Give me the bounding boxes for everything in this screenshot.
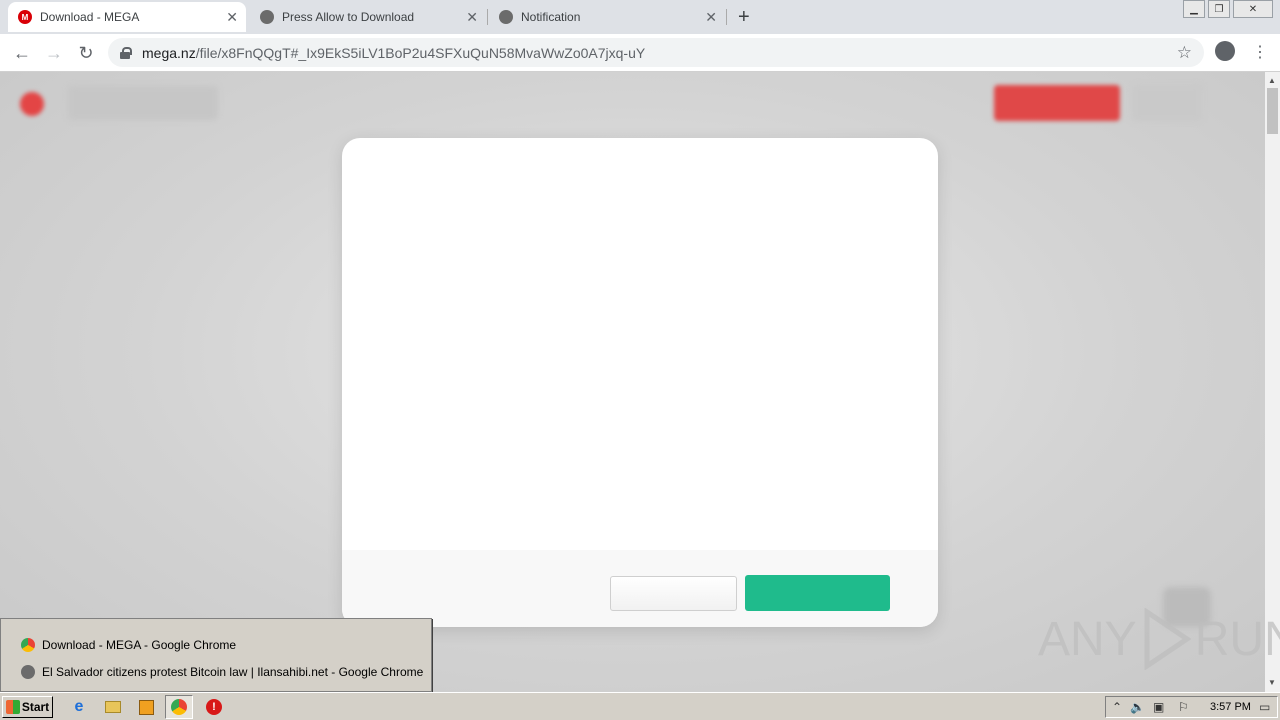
- back-icon[interactable]: ←: [10, 41, 34, 65]
- tab-label: Notification: [521, 10, 581, 24]
- blurred-header-button: [1132, 85, 1202, 121]
- mega-logo-icon: [20, 92, 44, 116]
- close-window-icon[interactable]: ✕: [1233, 0, 1273, 18]
- watermark-text-right: RUN: [1194, 612, 1280, 666]
- bookmark-star-icon[interactable]: ☆: [1177, 43, 1192, 63]
- tab-label: Download - MEGA: [40, 10, 140, 24]
- minimize-icon[interactable]: ▁: [1183, 0, 1205, 18]
- close-tab-icon[interactable]: ✕: [466, 9, 478, 26]
- modal-primary-button[interactable]: [745, 575, 890, 611]
- scroll-down-icon[interactable]: ▼: [1268, 678, 1276, 687]
- globe-icon: [499, 10, 513, 24]
- window-list-item[interactable]: Download - MEGA - Google Chrome: [21, 638, 236, 652]
- close-tab-icon[interactable]: ✕: [226, 9, 238, 26]
- blurred-header-element: [68, 86, 218, 120]
- scrollbar-thumb[interactable]: [1267, 88, 1278, 134]
- window-list-item[interactable]: El Salvador citizens protest Bitcoin law…: [21, 665, 423, 679]
- action-center-flag-icon[interactable]: ⚐: [1178, 700, 1189, 714]
- restore-icon[interactable]: ❐: [1208, 0, 1230, 18]
- tab-notification[interactable]: Notification ✕: [489, 2, 725, 32]
- forward-icon[interactable]: →: [42, 41, 66, 65]
- media-player-icon[interactable]: [137, 698, 155, 716]
- tab-strip: M Download - MEGA ✕ Press Allow to Downl…: [0, 0, 1280, 34]
- globe-icon: [260, 10, 274, 24]
- modal-dialog: [342, 138, 938, 627]
- url-host: mega.nz: [142, 44, 196, 61]
- start-label: Start: [21, 700, 50, 714]
- chrome-icon: [21, 638, 35, 652]
- browser-toolbar: ← → ↻ mega.nz/file/x8FnQQgT#_Ix9EkS5iLV1…: [0, 34, 1280, 72]
- anyrun-watermark: ANY RUN: [1038, 608, 1280, 670]
- network-icon[interactable]: ▣: [1153, 700, 1164, 714]
- tab-download-mega[interactable]: M Download - MEGA ✕: [8, 2, 246, 32]
- play-logo-icon: [1144, 608, 1191, 670]
- scroll-up-icon[interactable]: ▲: [1268, 76, 1276, 85]
- window-list-label: Download - MEGA - Google Chrome: [42, 638, 237, 652]
- folder-icon[interactable]: [104, 698, 122, 716]
- mega-logo-icon: M: [18, 10, 32, 24]
- chrome-taskbar-button[interactable]: [165, 695, 193, 719]
- profile-avatar-icon[interactable]: [1215, 41, 1235, 61]
- new-tab-icon[interactable]: +: [738, 6, 750, 29]
- stop-icon[interactable]: !: [205, 698, 223, 716]
- start-button[interactable]: Start: [2, 696, 53, 718]
- window-list-label: El Salvador citizens protest Bitcoin law…: [42, 665, 424, 679]
- volume-icon[interactable]: 🔈: [1130, 700, 1145, 714]
- windows-taskbar: Start e ! ⌃ 🔈 ▣ ⚐ 3:57 PM ▭: [0, 692, 1280, 720]
- system-tray: ⌃ 🔈 ▣ ⚐ 3:57 PM ▭: [1105, 696, 1278, 718]
- taskbar-clock[interactable]: 3:57 PM: [1210, 701, 1251, 713]
- address-bar[interactable]: mega.nz/file/x8FnQQgT#_Ix9EkS5iLV1BoP2u4…: [108, 38, 1204, 67]
- page-scrollbar[interactable]: ▲ ▼: [1265, 72, 1280, 692]
- reload-icon[interactable]: ↻: [74, 41, 98, 65]
- tab-divider: [487, 9, 488, 25]
- tab-divider: [726, 9, 727, 25]
- watermark-text-left: ANY: [1038, 612, 1137, 666]
- close-tab-icon[interactable]: ✕: [705, 9, 717, 26]
- modal-secondary-button[interactable]: [610, 576, 737, 611]
- tab-press-allow[interactable]: Press Allow to Download ✕: [250, 2, 486, 32]
- internet-explorer-icon[interactable]: e: [70, 698, 88, 716]
- blurred-header-button: [994, 85, 1120, 121]
- taskbar-window-list: Download - MEGA - Google Chrome El Salva…: [0, 618, 432, 692]
- windows-logo-icon: [5, 700, 20, 714]
- lock-icon[interactable]: [120, 47, 132, 59]
- globe-icon: [21, 665, 35, 679]
- modal-footer: [342, 550, 938, 627]
- tray-expand-icon[interactable]: ⌃: [1112, 700, 1122, 714]
- show-desktop-icon[interactable]: ▭: [1259, 700, 1270, 714]
- url-path: /file/x8FnQQgT#_Ix9EkS5iLV1BoP2u4SFXuQuN…: [195, 44, 646, 61]
- tab-label: Press Allow to Download: [282, 10, 415, 24]
- browser-menu-icon[interactable]: ⋮: [1252, 42, 1268, 62]
